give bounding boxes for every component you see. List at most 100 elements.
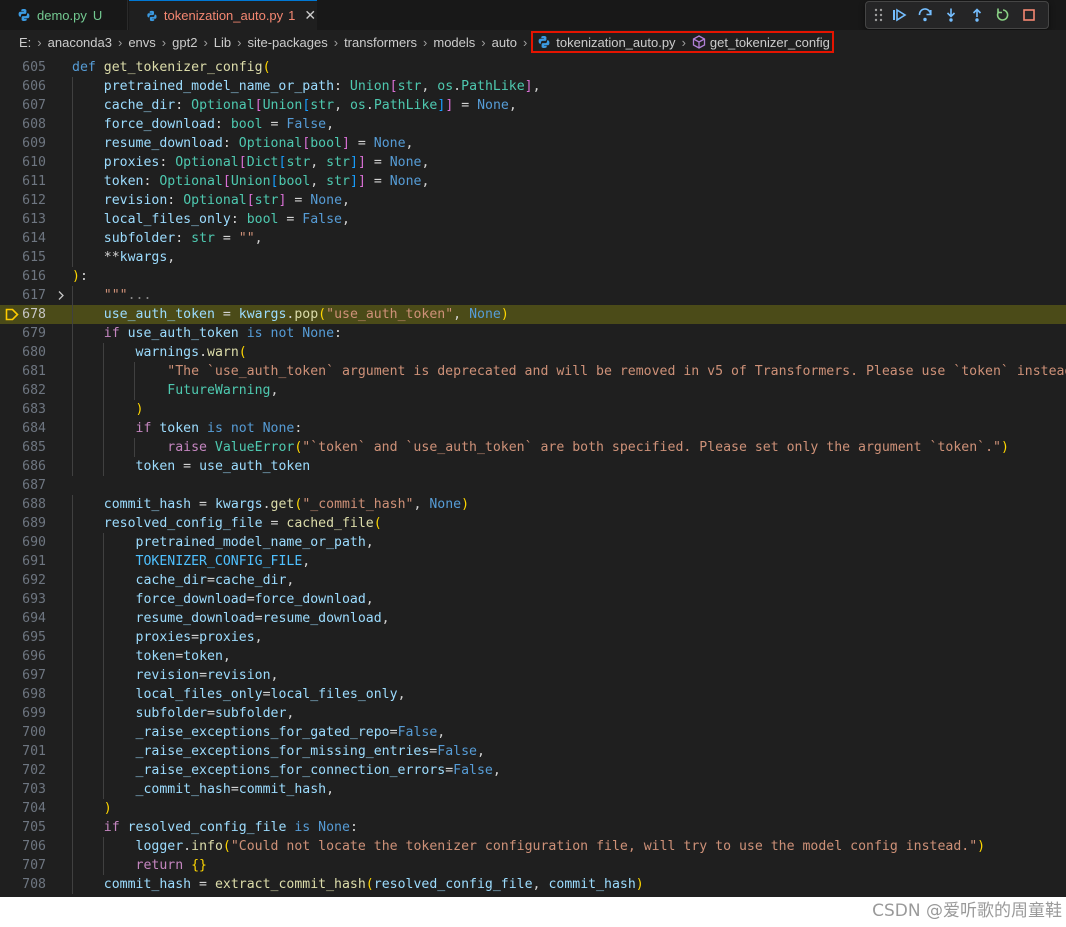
code-line[interactable]: 703 _commit_hash=commit_hash, bbox=[0, 780, 1066, 799]
breadcrumb-item[interactable]: models bbox=[433, 35, 475, 50]
code-line[interactable]: 608 force_download: bool = False, bbox=[0, 115, 1066, 134]
code-line[interactable]: 684 if token is not None: bbox=[0, 419, 1066, 438]
breadcrumb-item[interactable]: envs bbox=[128, 35, 155, 50]
code-line[interactable]: 701 _raise_exceptions_for_missing_entrie… bbox=[0, 742, 1066, 761]
line-number[interactable]: 688 bbox=[0, 495, 46, 514]
line-number[interactable]: 689 bbox=[0, 514, 46, 533]
code-line[interactable]: 615 **kwargs, bbox=[0, 248, 1066, 267]
step-over-button[interactable] bbox=[912, 2, 938, 28]
line-number[interactable]: 701 bbox=[0, 742, 46, 761]
code-line[interactable]: 682 FutureWarning, bbox=[0, 381, 1066, 400]
code-line[interactable]: 694 resume_download=resume_download, bbox=[0, 609, 1066, 628]
line-number[interactable]: 682 bbox=[0, 381, 46, 400]
code-line[interactable]: 693 force_download=force_download, bbox=[0, 590, 1066, 609]
code-line[interactable]: 685 raise ValueError("`token` and `use_a… bbox=[0, 438, 1066, 457]
code-line[interactable]: 614 subfolder: str = "", bbox=[0, 229, 1066, 248]
line-number[interactable]: 703 bbox=[0, 780, 46, 799]
tab-tokenization-auto-py[interactable]: tokenization_auto.py 1 ✕ bbox=[129, 0, 317, 30]
code-line[interactable]: 699 subfolder=subfolder, bbox=[0, 704, 1066, 723]
line-number[interactable]: 608 bbox=[0, 115, 46, 134]
line-number[interactable]: 695 bbox=[0, 628, 46, 647]
step-into-button[interactable] bbox=[938, 2, 964, 28]
line-number[interactable]: 615 bbox=[0, 248, 46, 267]
code-line[interactable]: 616): bbox=[0, 267, 1066, 286]
breadcrumb-item[interactable]: auto bbox=[492, 35, 517, 50]
line-number[interactable]: 705 bbox=[0, 818, 46, 837]
code-line[interactable]: 689 resolved_config_file = cached_file( bbox=[0, 514, 1066, 533]
code-line[interactable]: 698 local_files_only=local_files_only, bbox=[0, 685, 1066, 704]
code-line[interactable]: 681 "The `use_auth_token` argument is de… bbox=[0, 362, 1066, 381]
code-line[interactable]: 683 ) bbox=[0, 400, 1066, 419]
breadcrumb-item[interactable]: E: bbox=[19, 35, 31, 50]
line-number[interactable]: 617 bbox=[0, 286, 46, 305]
line-number[interactable]: 708 bbox=[0, 875, 46, 894]
tab-demo-py[interactable]: demo.py U bbox=[0, 0, 128, 30]
breadcrumb-item[interactable]: Lib bbox=[214, 35, 231, 50]
code-line[interactable]: 695 proxies=proxies, bbox=[0, 628, 1066, 647]
line-number[interactable]: 691 bbox=[0, 552, 46, 571]
code-line[interactable]: 609 resume_download: Optional[bool] = No… bbox=[0, 134, 1066, 153]
line-number[interactable]: 679 bbox=[0, 324, 46, 343]
code-line[interactable]: 686 token = use_auth_token bbox=[0, 457, 1066, 476]
code-line[interactable]: 612 revision: Optional[str] = None, bbox=[0, 191, 1066, 210]
code-line[interactable]: 708 commit_hash = extract_commit_hash(re… bbox=[0, 875, 1066, 894]
line-number[interactable]: 700 bbox=[0, 723, 46, 742]
stop-button[interactable] bbox=[1016, 2, 1042, 28]
breadcrumb-item[interactable]: transformers bbox=[344, 35, 417, 50]
line-number[interactable]: 697 bbox=[0, 666, 46, 685]
code-line[interactable]: 702 _raise_exceptions_for_connection_err… bbox=[0, 761, 1066, 780]
breadcrumb-item[interactable]: gpt2 bbox=[172, 35, 197, 50]
code-line[interactable]: 678 use_auth_token = kwargs.pop("use_aut… bbox=[0, 305, 1066, 324]
continue-button[interactable] bbox=[886, 2, 912, 28]
line-number[interactable]: 607 bbox=[0, 96, 46, 115]
code-line[interactable]: 613 local_files_only: bool = False, bbox=[0, 210, 1066, 229]
code-editor[interactable]: 605 def get_tokenizer_config(606 pretrain… bbox=[0, 58, 1066, 894]
line-number[interactable]: 614 bbox=[0, 229, 46, 248]
line-number[interactable]: 698 bbox=[0, 685, 46, 704]
code-line[interactable]: 606 pretrained_model_name_or_path: Union… bbox=[0, 77, 1066, 96]
line-number[interactable]: 702 bbox=[0, 761, 46, 780]
code-line[interactable]: 704 ) bbox=[0, 799, 1066, 818]
code-line[interactable]: 617 """... bbox=[0, 286, 1066, 305]
code-line[interactable]: 706 logger.info("Could not locate the to… bbox=[0, 837, 1066, 856]
line-number[interactable]: 707 bbox=[0, 856, 46, 875]
code-line[interactable]: 611 token: Optional[Union[bool, str]] = … bbox=[0, 172, 1066, 191]
line-number[interactable]: 611 bbox=[0, 172, 46, 191]
line-number[interactable]: 610 bbox=[0, 153, 46, 172]
line-number[interactable]: 687 bbox=[0, 476, 46, 495]
code-line[interactable]: 607 cache_dir: Optional[Union[str, os.Pa… bbox=[0, 96, 1066, 115]
code-line[interactable]: 705 if resolved_config_file is None: bbox=[0, 818, 1066, 837]
line-number[interactable]: 680 bbox=[0, 343, 46, 362]
code-line[interactable]: 692 cache_dir=cache_dir, bbox=[0, 571, 1066, 590]
code-line[interactable]: 610 proxies: Optional[Dict[str, str]] = … bbox=[0, 153, 1066, 172]
debug-current-line-icon[interactable] bbox=[5, 308, 19, 321]
code-line[interactable]: 690 pretrained_model_name_or_path, bbox=[0, 533, 1066, 552]
line-number[interactable]: 606 bbox=[0, 77, 46, 96]
code-line[interactable]: 707 return {} bbox=[0, 856, 1066, 875]
line-number[interactable]: 685 bbox=[0, 438, 46, 457]
code-line[interactable]: 696 token=token, bbox=[0, 647, 1066, 666]
line-number[interactable]: 616 bbox=[0, 267, 46, 286]
line-number[interactable]: 706 bbox=[0, 837, 46, 856]
line-number[interactable]: 605 bbox=[0, 58, 46, 77]
line-number[interactable]: 692 bbox=[0, 571, 46, 590]
breadcrumb-item[interactable]: site-packages bbox=[248, 35, 328, 50]
line-number[interactable]: 684 bbox=[0, 419, 46, 438]
line-number[interactable]: 681 bbox=[0, 362, 46, 381]
line-number[interactable]: 696 bbox=[0, 647, 46, 666]
restart-button[interactable] bbox=[990, 2, 1016, 28]
code-line[interactable]: 680 warnings.warn( bbox=[0, 343, 1066, 362]
code-line[interactable]: 700 _raise_exceptions_for_gated_repo=Fal… bbox=[0, 723, 1066, 742]
line-number[interactable]: 613 bbox=[0, 210, 46, 229]
line-number[interactable]: 693 bbox=[0, 590, 46, 609]
code-line[interactable]: 605 def get_tokenizer_config( bbox=[0, 58, 1066, 77]
code-line[interactable]: 687 bbox=[0, 476, 1066, 495]
code-line[interactable]: 691 TOKENIZER_CONFIG_FILE, bbox=[0, 552, 1066, 571]
grip-icon[interactable] bbox=[872, 2, 886, 28]
line-number[interactable]: 609 bbox=[0, 134, 46, 153]
step-out-button[interactable] bbox=[964, 2, 990, 28]
line-number[interactable]: 612 bbox=[0, 191, 46, 210]
line-number[interactable]: 699 bbox=[0, 704, 46, 723]
line-number[interactable]: 694 bbox=[0, 609, 46, 628]
breadcrumb-item[interactable]: anaconda3 bbox=[48, 35, 112, 50]
